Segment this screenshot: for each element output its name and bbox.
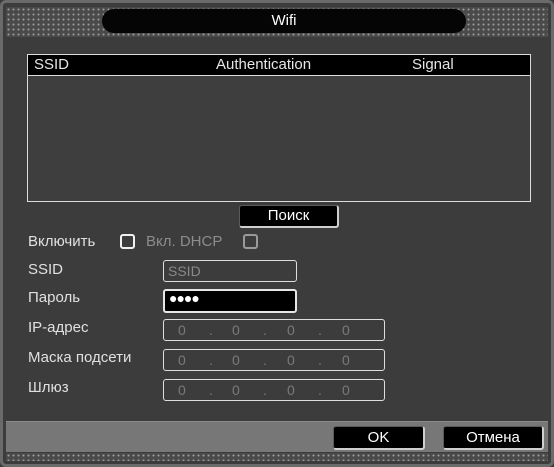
- cancel-button[interactable]: Отмена: [443, 426, 544, 450]
- gateway-input[interactable]: 0 . 0 . 0 . 0: [163, 379, 385, 401]
- mask-dot: .: [209, 352, 213, 368]
- gateway-octet-1: 0: [178, 382, 186, 398]
- enable-label: Включить: [28, 233, 96, 250]
- password-value: ●●●●: [169, 290, 200, 306]
- network-list[interactable]: SSID Authentication Signal: [27, 54, 531, 202]
- gateway-octet-4: 0: [342, 382, 350, 398]
- column-authentication: Authentication: [216, 56, 312, 73]
- mask-octet-4: 0: [342, 352, 350, 368]
- column-signal: Signal: [412, 56, 454, 73]
- gateway-label: Шлюз: [28, 379, 69, 396]
- gateway-dot: .: [318, 382, 322, 398]
- ip-dot: .: [263, 322, 267, 338]
- ok-button[interactable]: OK: [333, 426, 425, 450]
- ip-octet-4: 0: [342, 322, 350, 338]
- mask-dot: .: [263, 352, 267, 368]
- gateway-dot: .: [209, 382, 213, 398]
- ip-dot: .: [209, 322, 213, 338]
- search-button[interactable]: Поиск: [239, 205, 339, 228]
- enable-checkbox[interactable]: [120, 234, 135, 249]
- ssid-value: SSID: [168, 263, 201, 279]
- ip-address-input[interactable]: 0 . 0 . 0 . 0: [163, 319, 385, 341]
- dialog-title: Wifi: [102, 9, 466, 33]
- password-label: Пароль: [28, 289, 81, 306]
- ip-label: IP-адрес: [28, 319, 89, 336]
- ip-octet-2: 0: [232, 322, 240, 338]
- gateway-octet-2: 0: [232, 382, 240, 398]
- ip-octet-3: 0: [287, 322, 295, 338]
- mask-octet-3: 0: [287, 352, 295, 368]
- ip-octet-1: 0: [178, 322, 186, 338]
- mask-octet-2: 0: [232, 352, 240, 368]
- footer-strip: [6, 453, 548, 461]
- dhcp-checkbox[interactable]: [243, 234, 258, 249]
- ssid-input[interactable]: SSID: [163, 260, 297, 282]
- network-list-header: SSID Authentication Signal: [28, 55, 530, 76]
- dhcp-label: Вкл. DHCP: [146, 233, 223, 250]
- subnet-mask-input[interactable]: 0 . 0 . 0 . 0: [163, 349, 385, 371]
- ip-dot: .: [318, 322, 322, 338]
- gateway-octet-3: 0: [287, 382, 295, 398]
- mask-label: Маска подсети: [28, 349, 132, 366]
- ssid-label: SSID: [28, 261, 64, 278]
- mask-octet-1: 0: [178, 352, 186, 368]
- password-input[interactable]: ●●●●: [163, 289, 297, 313]
- title-bar: Wifi: [6, 7, 548, 37]
- gateway-dot: .: [263, 382, 267, 398]
- column-ssid: SSID: [34, 56, 70, 73]
- mask-dot: .: [318, 352, 322, 368]
